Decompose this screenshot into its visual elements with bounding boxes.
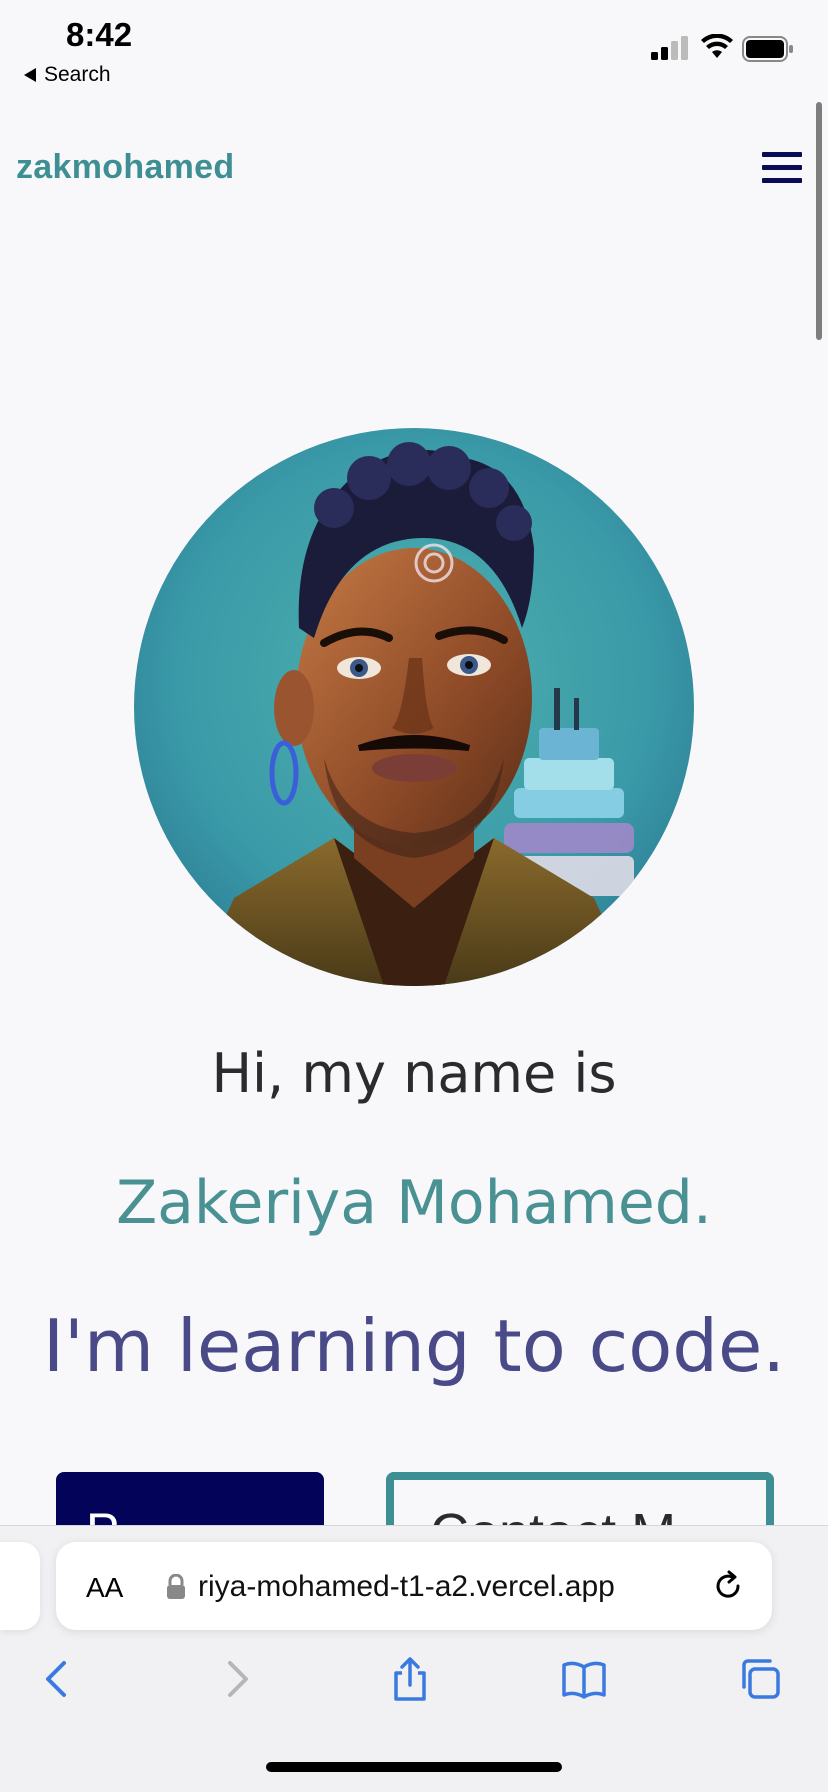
hero-tagline: I'm learning to code. [42, 1304, 786, 1388]
text-size-label: AA [86, 1572, 124, 1603]
text-size-button[interactable]: AA [86, 1572, 123, 1604]
back-to-app-label: Search [44, 63, 111, 86]
battery-icon [742, 36, 793, 62]
url-text: riya-mohamed-t1-a2.vercel.app [198, 1570, 615, 1603]
tabs-icon[interactable] [736, 1655, 784, 1703]
portrait-illustration [134, 428, 694, 986]
wifi-icon [701, 34, 733, 58]
status-time: 8:42 [66, 16, 133, 53]
profile-avatar [134, 428, 694, 986]
site-header: zakmohamed [0, 120, 828, 220]
cellular-signal-icon [651, 36, 688, 60]
lock-icon [167, 1574, 185, 1599]
previous-tab-peek[interactable] [0, 1542, 40, 1630]
hamburger-menu-icon[interactable] [762, 152, 802, 186]
address-bar[interactable]: AA riya-mohamed-t1-a2.vercel.app [56, 1542, 772, 1630]
bookmarks-icon[interactable] [560, 1655, 608, 1703]
site-logo[interactable]: zakmohamed [16, 148, 234, 187]
home-indicator[interactable] [266, 1762, 562, 1772]
back-to-app-link[interactable]: Search [24, 63, 111, 87]
share-icon[interactable] [386, 1655, 434, 1703]
hero-greeting: Hi, my name is [211, 1042, 617, 1105]
reload-icon[interactable] [710, 1568, 746, 1604]
back-triangle-icon [24, 68, 36, 82]
page-scrollbar[interactable] [816, 102, 822, 340]
back-chevron-icon[interactable] [34, 1655, 82, 1703]
status-bar: 8:42 Search [0, 0, 828, 92]
forward-chevron-icon[interactable] [212, 1655, 260, 1703]
hero-name: Zakeriya Mohamed. [116, 1168, 712, 1238]
